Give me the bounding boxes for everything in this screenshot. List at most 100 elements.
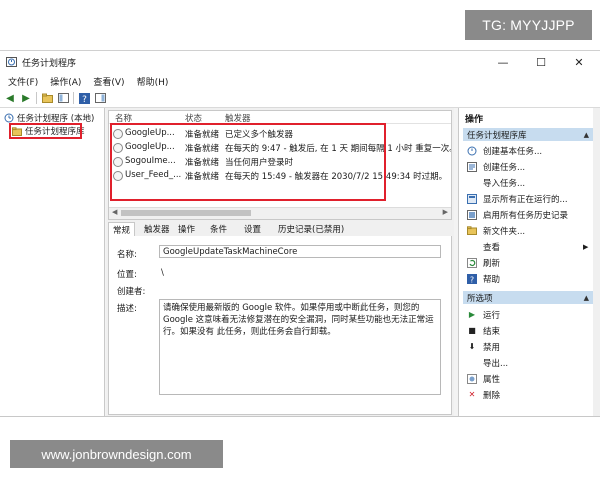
actions-section-selected[interactable]: 所选项 ▲ xyxy=(463,291,593,304)
task-scheduler-window: 任务计划程序 — ☐ ✕ 文件(F) 操作(A) 查看(V) 帮助(H) ◀ ▶… xyxy=(0,50,600,417)
action-label: 导出... xyxy=(483,358,509,369)
task-status-icon xyxy=(113,143,123,153)
menu-file[interactable]: 文件(F) xyxy=(8,75,38,88)
scroll-left-icon[interactable]: ◀ xyxy=(112,208,117,216)
close-button[interactable]: ✕ xyxy=(560,51,598,73)
watermark-bottom: www.jonbrowndesign.com xyxy=(10,440,223,468)
folder-up-icon[interactable] xyxy=(41,92,53,104)
end-icon: ■ xyxy=(468,326,476,335)
task-name: GoogleUp... xyxy=(125,128,175,138)
description-field[interactable]: 请确保使用最新版的 Google 软件。如果停用或中断此任务，则您的 Googl… xyxy=(159,299,441,395)
toolbar: ◀ ▶ ? xyxy=(0,89,600,108)
actions-pane: 操作 任务计划程序库 ▲ 创建基本任务... 创建任务... 导入任务... 显… xyxy=(458,108,600,416)
action-label: 显示所有正在运行的... xyxy=(483,194,568,205)
refresh-icon xyxy=(467,257,477,268)
center-pane: 名称 状态 触发器 GoogleUp... 准备就绪 已定义多个触发器 Goog… xyxy=(106,108,454,416)
action-new-folder[interactable]: 新文件夹... xyxy=(467,224,525,237)
column-trigger[interactable]: 触发器 xyxy=(225,112,251,124)
help-icon: ? xyxy=(467,273,477,284)
show-running-icon xyxy=(467,193,477,204)
scheduler-root-icon xyxy=(4,113,14,123)
task-name: User_Feed_... xyxy=(125,170,182,180)
library-folder-icon xyxy=(12,126,22,136)
author-label: 创建者: xyxy=(117,287,146,297)
general-tab-panel: 名称: GoogleUpdateTaskMachineCore 位置: \ 创建… xyxy=(108,236,452,415)
svg-text:?: ? xyxy=(82,95,87,104)
import-task-icon xyxy=(467,178,477,188)
tree-library[interactable]: 任务计划程序库 xyxy=(12,125,85,137)
maximize-button[interactable]: ☐ xyxy=(522,51,560,73)
action-import-task[interactable]: 导入任务... xyxy=(467,176,525,189)
task-list-header: 名称 状态 触发器 xyxy=(109,111,451,124)
collapse-icon[interactable]: ▲ xyxy=(584,131,589,139)
scroll-thumb[interactable] xyxy=(121,210,251,216)
column-status[interactable]: 状态 xyxy=(185,112,202,124)
action-label: 创建基本任务... xyxy=(483,146,543,157)
toolbar-separator xyxy=(36,92,37,104)
actions-section-library[interactable]: 任务计划程序库 ▲ xyxy=(463,128,593,141)
tab-settings[interactable]: 设置 xyxy=(240,222,265,235)
run-icon: ▶ xyxy=(468,310,476,319)
tab-history[interactable]: 历史记录(已禁用) xyxy=(274,222,348,235)
action-run[interactable]: ▶ 运行 xyxy=(467,308,500,321)
action-show-running[interactable]: 显示所有正在运行的... xyxy=(467,192,568,205)
task-trigger: 在每天的 9:47 - 触发后, 在 1 天 期间每隔 1 小时 重复一次。 xyxy=(225,144,451,154)
location-label: 位置: xyxy=(117,270,137,280)
name-field[interactable]: GoogleUpdateTaskMachineCore xyxy=(159,245,441,258)
menu-view[interactable]: 查看(V) xyxy=(93,75,124,88)
tab-conditions[interactable]: 条件 xyxy=(206,222,231,235)
action-create-task[interactable]: 创建任务... xyxy=(467,160,525,173)
action-disable[interactable]: ⬇ 禁用 xyxy=(467,340,500,353)
action-enable-history[interactable]: 启用所有任务历史记录 xyxy=(467,208,568,221)
action-create-basic-task[interactable]: 创建基本任务... xyxy=(467,144,542,157)
action-delete[interactable]: ✕ 删除 xyxy=(467,388,500,401)
task-status-icon xyxy=(113,129,123,139)
svg-text:?: ? xyxy=(470,275,474,284)
tab-actions[interactable]: 操作 xyxy=(174,222,199,235)
back-icon[interactable]: ◀ xyxy=(4,92,16,104)
create-task-icon xyxy=(467,161,477,172)
window-title: 任务计划程序 xyxy=(22,59,77,69)
task-trigger: 当任何用户登录时 xyxy=(225,158,294,168)
action-help[interactable]: ? 帮助 xyxy=(467,272,500,285)
action-label: 删除 xyxy=(483,390,501,401)
show-action-pane-icon[interactable] xyxy=(94,92,106,104)
table-row[interactable]: User_Feed_... 准备就绪 在每天的 15:49 - 触发器在 203… xyxy=(109,169,451,182)
tree-root-label: 任务计划程序 (本地) xyxy=(17,114,95,124)
menu-help[interactable]: 帮助(H) xyxy=(137,75,169,88)
tab-triggers[interactable]: 触发器 xyxy=(140,222,174,235)
action-label: 属性 xyxy=(483,374,501,385)
description-label: 描述: xyxy=(117,304,137,314)
tree-root[interactable]: 任务计划程序 (本地) xyxy=(4,112,94,124)
minimize-button[interactable]: — xyxy=(484,51,522,73)
horizontal-scrollbar[interactable]: ◀ ▶ xyxy=(109,207,451,219)
table-row[interactable]: GoogleUp... 准备就绪 已定义多个触发器 xyxy=(109,127,451,140)
actions-title: 操作 xyxy=(465,115,484,125)
action-view[interactable]: 查看 ▶ xyxy=(467,240,593,253)
action-export[interactable]: 导出... xyxy=(467,356,508,369)
action-refresh[interactable]: 刷新 xyxy=(467,256,500,269)
description-value: 请确保使用最新版的 Google 软件。如果停用或中断此任务，则您的 Googl… xyxy=(163,303,434,337)
collapse-icon[interactable]: ▲ xyxy=(584,294,589,302)
task-scheduler-icon xyxy=(6,57,17,67)
menu-action[interactable]: 操作(A) xyxy=(50,75,81,88)
action-label: 启用所有任务历史记录 xyxy=(483,210,569,221)
menu-bar: 文件(F) 操作(A) 查看(V) 帮助(H) xyxy=(0,73,600,89)
task-status: 准备就绪 xyxy=(185,172,220,182)
help-toolbar-icon[interactable]: ? xyxy=(78,92,90,104)
action-label: 帮助 xyxy=(483,274,501,285)
action-label: 刷新 xyxy=(483,258,501,269)
column-name[interactable]: 名称 xyxy=(115,112,132,124)
table-row[interactable]: SogouIme... 准备就绪 当任何用户登录时 xyxy=(109,155,451,168)
watermark-top: TG: MYYJJPP xyxy=(465,10,592,40)
scroll-right-icon[interactable]: ▶ xyxy=(443,208,448,216)
forward-icon[interactable]: ▶ xyxy=(20,92,32,104)
tab-general[interactable]: 常规 xyxy=(108,222,136,237)
actions-scrollbar[interactable] xyxy=(593,108,600,416)
toolbar-separator xyxy=(73,92,74,104)
table-row[interactable]: GoogleUp... 准备就绪 在每天的 9:47 - 触发后, 在 1 天 … xyxy=(109,141,451,154)
tree-library-label: 任务计划程序库 xyxy=(25,127,85,137)
action-end[interactable]: ■ 结束 xyxy=(467,324,500,337)
action-properties[interactable]: 属性 xyxy=(467,372,500,385)
show-hide-tree-icon[interactable] xyxy=(57,92,69,104)
